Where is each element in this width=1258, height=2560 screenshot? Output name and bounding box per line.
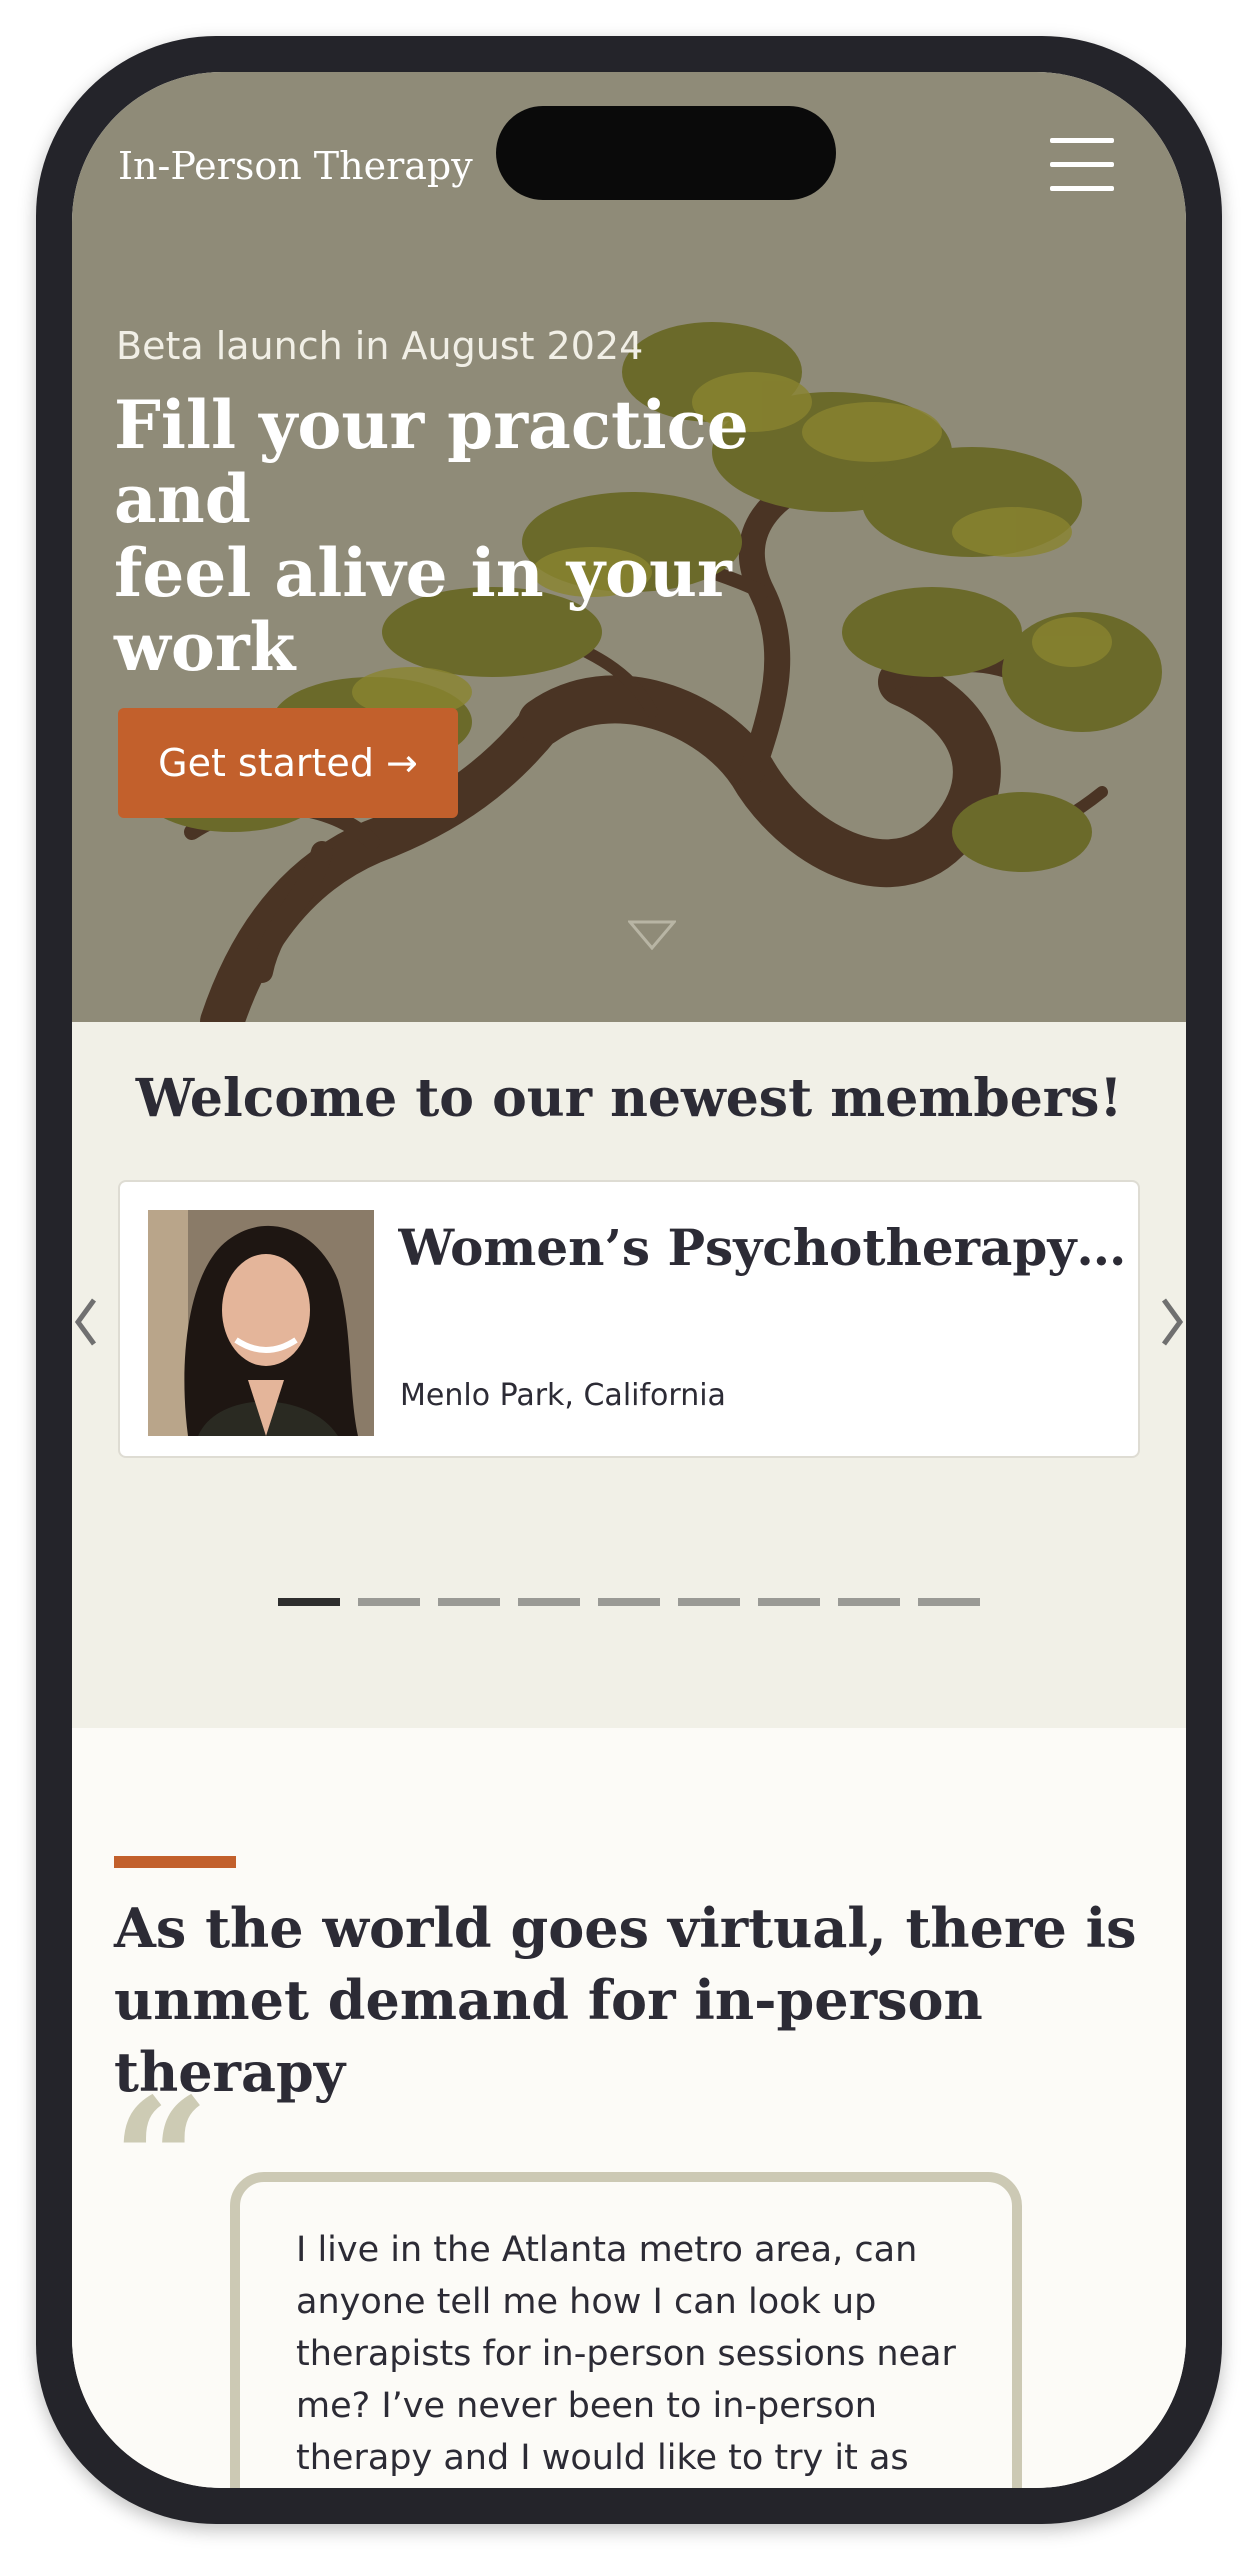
get-started-button[interactable]: Get started → [118, 708, 458, 818]
beta-launch-label: Beta launch in August 2024 [116, 324, 644, 368]
hamburger-menu-icon[interactable] [1050, 138, 1114, 192]
headline-line: Fill your practice and [114, 386, 749, 538]
accent-divider [114, 1856, 236, 1868]
carousel-dot[interactable] [438, 1598, 500, 1606]
testimonial-quote: I live in the Atlanta metro area, can an… [230, 2172, 1022, 2488]
carousel-dot[interactable] [678, 1598, 740, 1606]
virtual-demand-section: As the world goes virtual, there is unme… [72, 1728, 1186, 2488]
section-title: As the world goes virtual, there is unme… [114, 1892, 1154, 2108]
member-card[interactable]: Women’s Psychotherapy & Wellness Menlo P… [118, 1180, 1140, 1458]
carousel-dot[interactable] [838, 1598, 900, 1606]
quote-text: I live in the Atlanta metro area, can an… [296, 2230, 956, 2478]
chevron-right-icon[interactable] [1156, 1292, 1186, 1352]
chevron-down-icon[interactable] [628, 920, 676, 950]
carousel-dot[interactable] [278, 1598, 340, 1606]
hero-section: In-Person Therapy Beta launch in August … [72, 72, 1186, 1022]
newest-members-section: Welcome to our newest members! Women’s P… [72, 1022, 1186, 1728]
quote-mark-icon: “ [112, 2061, 210, 2261]
member-name[interactable]: Women’s Psychotherapy & Wellness [398, 1218, 1138, 1277]
carousel-dot[interactable] [518, 1598, 580, 1606]
carousel-dot[interactable] [758, 1598, 820, 1606]
member-location: Menlo Park, California [400, 1378, 726, 1413]
phone-frame: In-Person Therapy Beta launch in August … [36, 36, 1222, 2524]
dynamic-island [496, 106, 836, 200]
member-avatar [148, 1210, 374, 1436]
chevron-left-icon[interactable] [72, 1292, 102, 1352]
carousel-dot[interactable] [358, 1598, 420, 1606]
carousel-dot[interactable] [918, 1598, 980, 1606]
headline-line: work [114, 608, 296, 686]
title-line: As the world goes virtual, there is [114, 1896, 1137, 1960]
screen: In-Person Therapy Beta launch in August … [72, 72, 1186, 2488]
members-title: Welcome to our newest members! [135, 1068, 1123, 1129]
hero-headline: Fill your practice and feel alive in you… [114, 388, 874, 684]
carousel-dot[interactable] [598, 1598, 660, 1606]
title-line: unmet demand for in-person therapy [114, 1968, 983, 2104]
site-title[interactable]: In-Person Therapy [118, 144, 473, 188]
headline-line: feel alive in your [114, 534, 732, 612]
